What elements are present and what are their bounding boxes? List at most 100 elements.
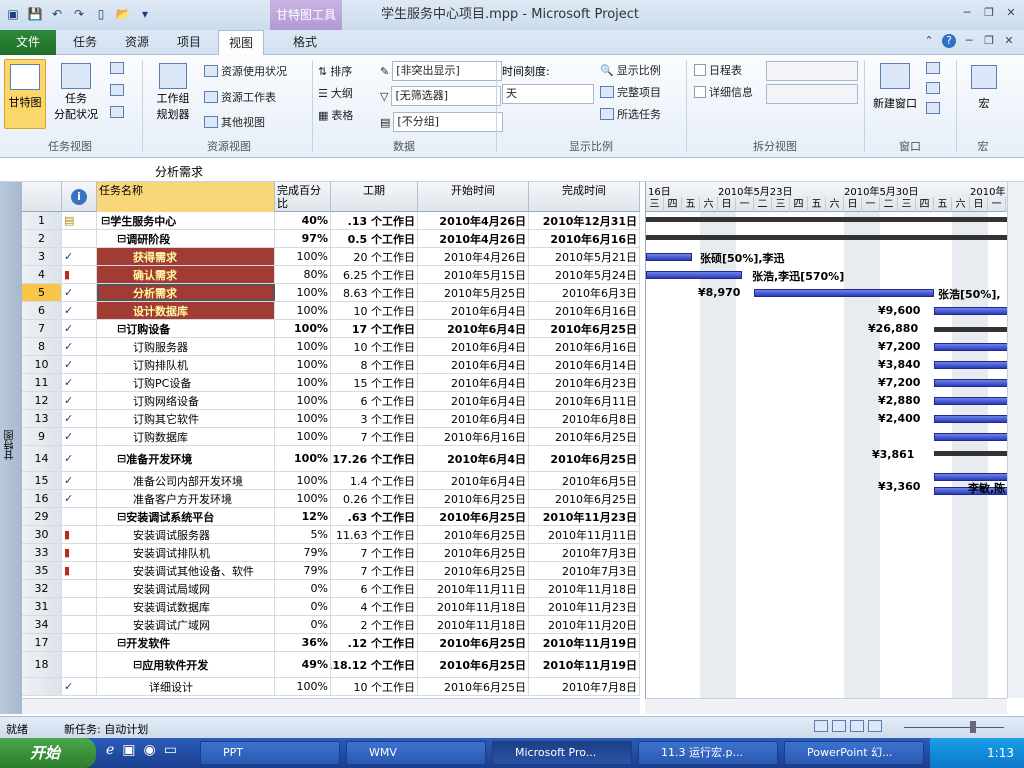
table-row[interactable]: 3 ✓ 获得需求 100% 20 个工作日 2010年4月26日 2010年5月21日 (22, 248, 640, 266)
finish-cell[interactable]: 2010年6月3日 (529, 284, 640, 301)
finish-cell[interactable]: 2010年12月31日 (529, 212, 640, 229)
media-icon[interactable]: ◉ (144, 742, 156, 758)
group-by-select[interactable]: [不分组] (393, 112, 504, 132)
start-cell[interactable]: 2010年6月4日 (418, 472, 529, 489)
summary-bar[interactable] (934, 327, 1007, 332)
start-cell[interactable]: 2010年4月26日 (418, 212, 529, 229)
finish-cell[interactable]: 2010年11月20日 (529, 616, 640, 633)
finish-cell[interactable]: 2010年6月11日 (529, 392, 640, 409)
duration-cell[interactable]: 10 个工作日 (331, 678, 418, 695)
calendar-icon[interactable] (110, 62, 124, 74)
close-icon[interactable]: ✕ (1004, 6, 1018, 20)
summary-bar[interactable] (934, 451, 1007, 456)
resource-sheet-view-icon[interactable] (868, 720, 882, 732)
duration-cell[interactable]: 8 个工作日 (331, 356, 418, 373)
percent-complete-cell[interactable]: 100% (275, 374, 331, 391)
grid-horizontal-scrollbar[interactable] (22, 698, 640, 714)
entire-project-button[interactable]: 完整项目 (600, 84, 661, 100)
start-cell[interactable]: 2010年6月25日 (418, 490, 529, 507)
row-id[interactable]: 8 (22, 338, 62, 355)
tab-view[interactable]: 视图 (218, 30, 264, 56)
duration-cell[interactable]: 20 个工作日 (331, 248, 418, 265)
timescale-select[interactable]: 天 (502, 84, 594, 104)
row-id[interactable]: 4 (22, 266, 62, 283)
percent-complete-cell[interactable]: 100% (275, 338, 331, 355)
row-id[interactable]: 5 (22, 284, 62, 301)
task-name-cell[interactable]: 安装调试数据库 (97, 598, 275, 615)
switch-windows-icon[interactable] (926, 62, 940, 74)
task-bar[interactable] (646, 271, 742, 279)
table-row[interactable]: 16 ✓ 准备客户方开发环境 100% 0.26 个工作日 2010年6月25日 2010年… (22, 490, 640, 508)
start-cell[interactable]: 2010年6月25日 (418, 634, 529, 651)
duration-cell[interactable]: 11.63 个工作日 (331, 526, 418, 543)
duration-cell[interactable]: 8.63 个工作日 (331, 284, 418, 301)
row-id[interactable]: 15 (22, 472, 62, 489)
highlight-select[interactable]: [非突出显示] (392, 61, 503, 81)
team-planner-view-icon[interactable] (850, 720, 864, 732)
row-id[interactable]: 16 (22, 490, 62, 507)
other-views-icon[interactable] (110, 106, 124, 118)
row-id[interactable]: 6 (22, 302, 62, 319)
team-planner-button[interactable]: 工作组 规划器 (148, 59, 198, 129)
finish-cell[interactable]: 2010年6月16日 (529, 302, 640, 319)
finish-cell[interactable]: 2010年11月23日 (529, 598, 640, 615)
row-id[interactable]: 35 (22, 562, 62, 579)
zoom-thumb[interactable] (970, 721, 976, 733)
duration-cell[interactable]: 0.26 个工作日 (331, 490, 418, 507)
row-id[interactable] (22, 678, 62, 695)
start-button[interactable]: 开始 (0, 738, 96, 768)
task-name-cell[interactable]: ⊟ 安装调试系统平台 (97, 508, 275, 525)
start-cell[interactable]: 2010年4月26日 (418, 230, 529, 247)
duration-cell[interactable]: 0.5 个工作日 (331, 230, 418, 247)
percent-complete-cell[interactable]: 97% (275, 230, 331, 247)
task-name-cell[interactable]: 安装调试排队机 (97, 544, 275, 561)
duration-cell[interactable]: 10 个工作日 (331, 338, 418, 355)
finish-cell[interactable]: 2010年6月25日 (529, 320, 640, 337)
duration-cell[interactable]: 6 个工作日 (331, 392, 418, 409)
start-cell[interactable]: 2010年6月25日 (418, 678, 529, 695)
finish-cell[interactable]: 2010年6月5日 (529, 472, 640, 489)
network-icon[interactable] (110, 84, 124, 96)
gantt-horizontal-scrollbar[interactable] (645, 698, 1007, 714)
taskbar-item-ppt[interactable]: PPT (200, 741, 340, 765)
row-id[interactable]: 30 (22, 526, 62, 543)
other-views-button[interactable]: 其他视图 (204, 114, 265, 130)
percent-complete-cell[interactable]: 100% (275, 410, 331, 427)
duration-cell[interactable]: 6.25 个工作日 (331, 266, 418, 283)
taskbar-item-wmv[interactable]: WMV (346, 741, 486, 765)
macros-button[interactable]: 宏 (962, 59, 1006, 129)
percent-complete-cell[interactable]: 100% (275, 248, 331, 265)
finish-header[interactable]: 完成时间 (529, 182, 640, 212)
task-bar[interactable] (934, 307, 1007, 315)
table-row[interactable]: 7 ✓ ⊟ 订购设备 100% 17 个工作日 2010年6月4日 2010年6月25日 (22, 320, 640, 338)
start-cell[interactable]: 2010年6月4日 (418, 302, 529, 319)
new-window-button[interactable]: 新建窗口 (868, 59, 922, 129)
customize-qat-icon[interactable]: ▾ (136, 5, 154, 23)
table-row[interactable]: 11 ✓ 订购PC设备 100% 15 个工作日 2010年6月4日 2010年6月23日 (22, 374, 640, 392)
start-cell[interactable]: 2010年6月4日 (418, 374, 529, 391)
doc-minimize-icon[interactable]: ─ (962, 34, 976, 48)
finish-cell[interactable]: 2010年11月19日 (529, 634, 640, 651)
start-header[interactable]: 开始时间 (418, 182, 529, 212)
finish-cell[interactable]: 2010年11月19日 (529, 652, 640, 677)
duration-cell[interactable]: 3 个工作日 (331, 410, 418, 427)
finish-cell[interactable]: 2010年5月21日 (529, 248, 640, 265)
percent-complete-cell[interactable]: 80% (275, 266, 331, 283)
sort-button[interactable]: ⇅ 排序 (318, 63, 352, 79)
summary-bar[interactable] (646, 217, 1007, 222)
percent-complete-cell[interactable]: 79% (275, 544, 331, 561)
finish-cell[interactable]: 2010年6月8日 (529, 410, 640, 427)
row-id[interactable]: 11 (22, 374, 62, 391)
start-cell[interactable]: 2010年6月25日 (418, 526, 529, 543)
table-row[interactable]: 33 ▮ 安装调试排队机 79% 7 个工作日 2010年6月25日 2010年7月3日 (22, 544, 640, 562)
percent-complete-cell[interactable]: 100% (275, 392, 331, 409)
finish-cell[interactable]: 2010年11月23日 (529, 508, 640, 525)
task-name-cell[interactable]: ⊟ 调研阶段 (97, 230, 275, 247)
table-row[interactable]: 6 ✓ 设计数据库 100% 10 个工作日 2010年6月4日 2010年6月16日 (22, 302, 640, 320)
finish-cell[interactable]: 2010年5月24日 (529, 266, 640, 283)
table-row[interactable]: 17 ⊟ 开发软件 36% .12 个工作日 2010年6月25日 2010年11月19日 (22, 634, 640, 652)
finish-cell[interactable]: 2010年11月18日 (529, 580, 640, 597)
indicators-header[interactable]: i (62, 182, 97, 212)
table-row[interactable]: 30 ▮ 安装调试服务器 5% 11.63 个工作日 2010年6月25日 2010年11月… (22, 526, 640, 544)
task-name-cell[interactable]: 订购PC设备 (97, 374, 275, 391)
